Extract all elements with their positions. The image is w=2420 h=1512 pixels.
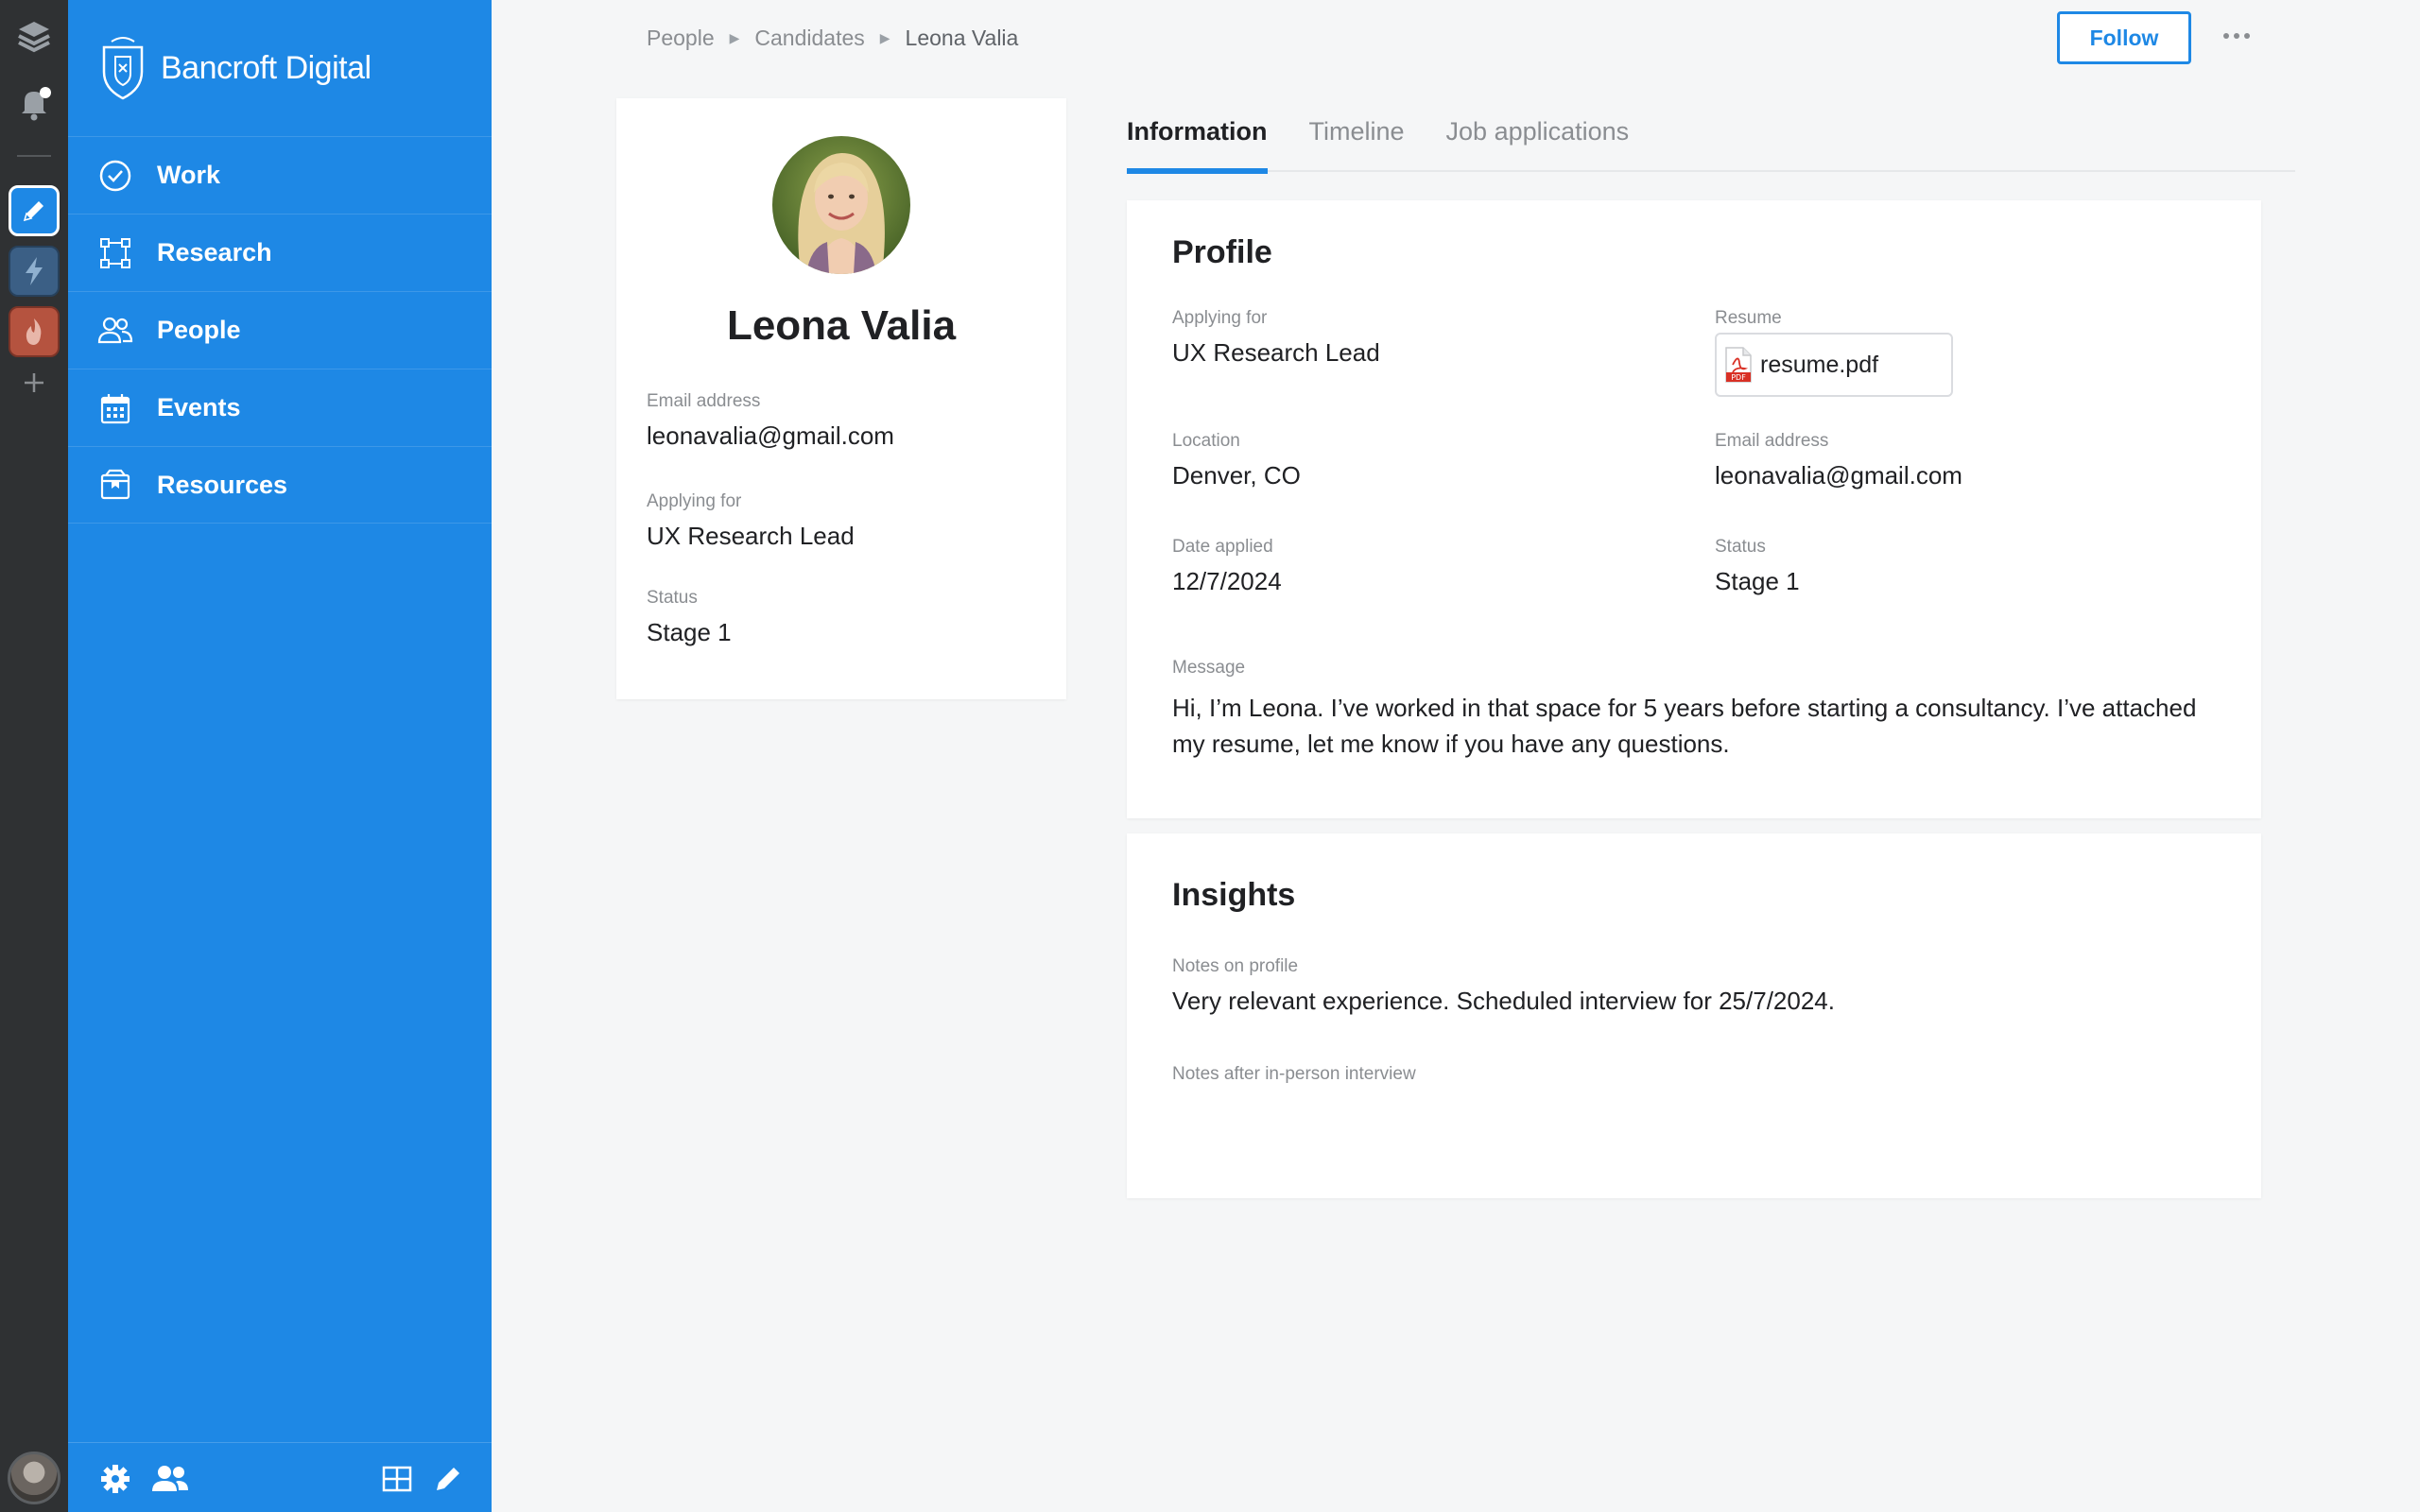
date-value: 12/7/2024 [1172,567,1282,595]
resume-attachment[interactable]: PDF resume.pdf [1715,333,1953,397]
message-label: Message [1172,658,1246,678]
breadcrumb-separator-icon: ▶ [879,29,890,45]
sidebar-footer [68,1442,492,1512]
nav-label-resources: Resources [157,470,288,499]
notes-profile-field: Notes on profile Very relevant experienc… [1172,956,1835,1016]
flame-app-icon[interactable] [9,306,60,357]
candidate-photo [772,136,910,274]
pencil-app-icon[interactable] [9,185,60,236]
layers-icon[interactable] [0,13,68,60]
email-label: Email address [1715,431,1829,451]
notes-interview-field: Notes after in-person interview [1172,1064,1416,1094]
frame-nodes-icon [96,234,134,272]
profile-date-field: Date applied 12/7/2024 [1172,537,1282,596]
sidebar: Bancroft Digital Work Research People Ev… [68,0,492,1512]
email-label: Email address [647,391,761,411]
status-label: Status [647,588,698,608]
tab-timeline[interactable]: Timeline [1309,102,1405,172]
nav-label-research: Research [157,238,272,266]
pdf-file-icon: PDF [1725,347,1752,383]
tab-job-applications[interactable]: Job applications [1446,102,1630,172]
app-rail [0,0,68,1512]
people-icon [96,312,134,350]
nav-label-work: Work [157,161,221,189]
applying-value: UX Research Lead [647,522,855,550]
location-value: Denver, CO [1172,461,1301,490]
nav-label-people: People [157,316,241,344]
brand[interactable]: Bancroft Digital [96,34,372,102]
tab-information[interactable]: Information [1127,102,1268,174]
pdf-badge: PDF [1731,373,1746,382]
calendar-icon [96,389,134,427]
location-label: Location [1172,431,1240,451]
candidate-name: Leona Valia [726,302,957,349]
email-value: leonavalia@gmail.com [1715,461,1962,490]
shield-crest-icon [102,37,144,100]
notes-interview-label: Notes after in-person interview [1172,1064,1416,1084]
nav-item-events[interactable]: Events [68,369,492,446]
insights-title: Insights [1172,877,1296,913]
message-value: Hi, I’m Leona. I’ve worked in that space… [1172,694,2197,758]
check-circle-icon [96,157,134,195]
breadcrumb-people[interactable]: People [647,26,715,51]
applying-label: Applying for [647,491,742,511]
resume-label: Resume [1715,308,1782,328]
status-label: Status [1715,537,1766,557]
settings-icon[interactable] [96,1460,134,1498]
breadcrumb-current: Leona Valia [905,25,1019,50]
breadcrumb: People ▶ Candidates ▶ Leona Valia [647,23,1018,53]
profile-message-field: Message Hi, I’m Leona. I’ve worked in th… [1172,658,2212,762]
grid-icon[interactable] [378,1460,416,1498]
applying-label: Applying for [1172,308,1268,328]
nav-label-events: Events [157,393,241,421]
main-nav: Work Research People Events Resources [68,136,492,524]
date-label: Date applied [1172,537,1273,557]
status-value: Stage 1 [1715,567,1800,595]
candidate-applying-field: Applying for UX Research Lead [647,491,855,551]
candidate-status-field: Status Stage 1 [647,588,732,647]
more-icon[interactable] [2218,21,2256,51]
lightning-app-icon[interactable] [9,246,60,297]
profile-location-field: Location Denver, CO [1172,431,1301,490]
user-avatar[interactable] [8,1452,60,1504]
profile-status-field: Status Stage 1 [1715,537,1800,596]
notes-profile-value[interactable]: Very relevant experience. Scheduled inte… [1172,987,1835,1016]
email-value: leonavalia@gmail.com [647,421,894,450]
nav-item-work[interactable]: Work [68,136,492,214]
candidate-card: Leona Valia Email address leonavalia@gma… [616,98,1066,699]
candidate-email-field: Email address leonavalia@gmail.com [647,391,894,451]
notes-profile-label: Notes on profile [1172,956,1299,976]
insights-panel: Insights Notes on profile Very relevant … [1127,833,2261,1198]
brand-name: Bancroft Digital [161,49,372,86]
profile-email-field: Email address leonavalia@gmail.com [1715,431,1962,490]
profile-resume-field: Resume PDF resume.pdf [1715,308,1953,397]
follow-button[interactable]: Follow [2057,11,2191,64]
box-icon [96,466,134,504]
status-value: Stage 1 [647,618,732,646]
notification-bell-icon[interactable] [0,79,68,127]
nav-item-research[interactable]: Research [68,214,492,291]
tab-bar: Information Timeline Job applications [1127,102,2295,174]
add-icon[interactable] [0,367,68,399]
nav-item-resources[interactable]: Resources [68,446,492,524]
team-icon[interactable] [147,1460,193,1498]
nav-item-people[interactable]: People [68,291,492,369]
profile-panel: Profile Applying for UX Research Lead Re… [1127,200,2261,818]
breadcrumb-candidates[interactable]: Candidates [754,26,864,51]
profile-title: Profile [1172,234,1272,270]
resume-filename: resume.pdf [1760,351,1879,378]
profile-applying-field: Applying for UX Research Lead [1172,308,1380,368]
applying-value: UX Research Lead [1172,338,1380,367]
breadcrumb-separator-icon: ▶ [729,29,740,45]
rail-divider [17,155,51,157]
edit-icon[interactable] [429,1460,467,1498]
